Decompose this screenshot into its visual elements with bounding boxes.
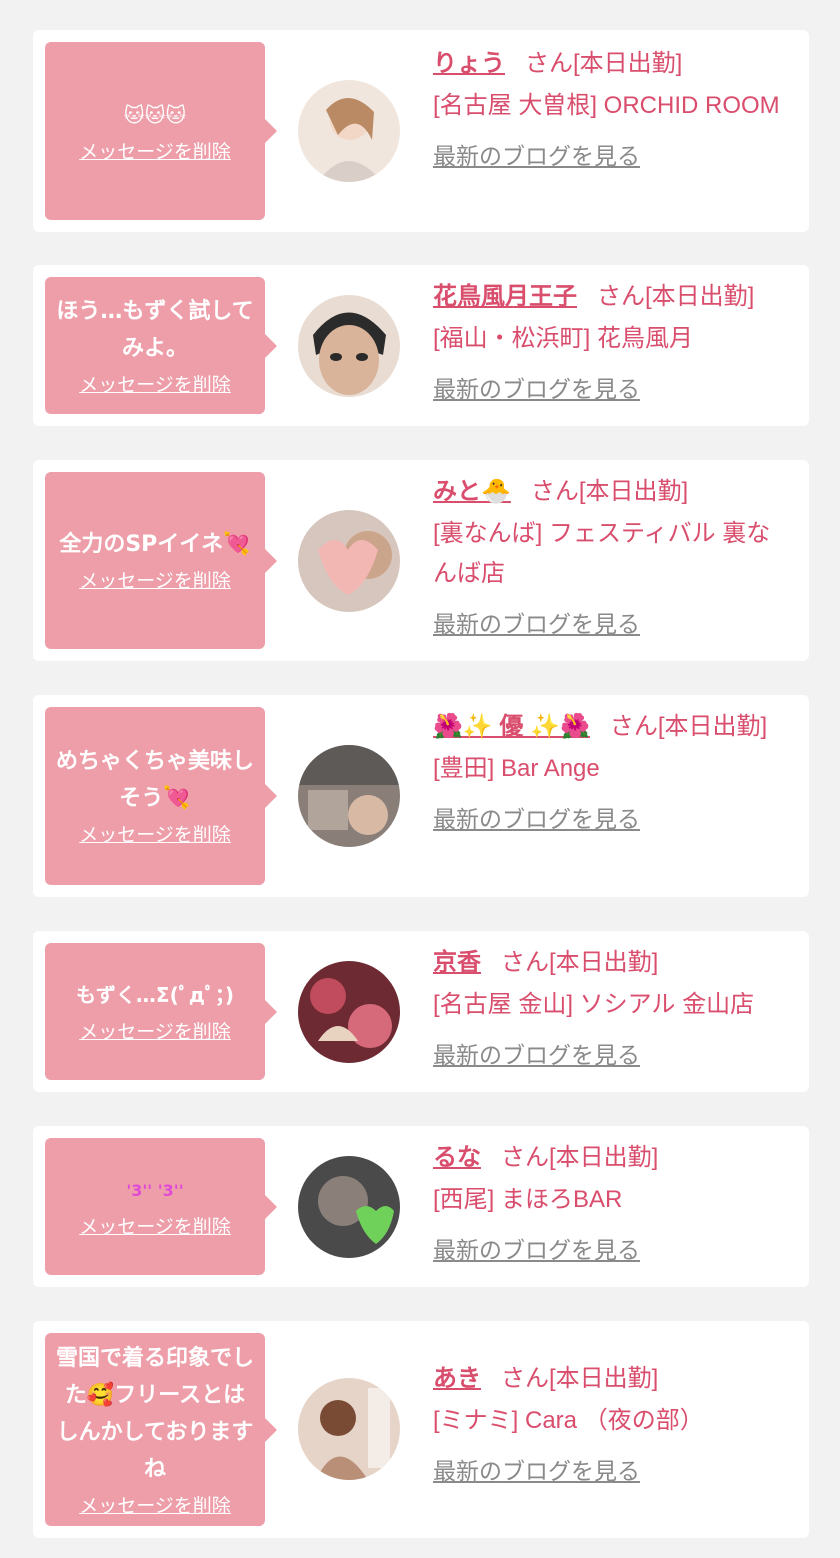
status-text: さん[本日出勤] [530,478,689,505]
list-item: ほう…もずく試してみよ。 メッセージを削除 花鳥風月王子 さん[本日出勤] [福山… [33,265,809,426]
avatar[interactable] [298,1378,400,1480]
message-bubble: 雪国で着る印象でした🥰フリースとはしんかしておりますね メッセージを削除 [45,1333,277,1526]
latest-blog-link[interactable]: 最新のブログを見る [433,1232,640,1268]
message-text: ほう…もずく試してみよ。 [56,298,254,361]
delete-message-link[interactable]: メッセージを削除 [79,1018,231,1046]
shop-text: [福山・松浜町] 花鳥風月 [433,325,694,352]
message-bubble: めちゃくちゃ美味しそう💘 メッセージを削除 [45,707,277,885]
avatar[interactable] [298,510,400,612]
cast-info: 🌺✨ 優 ✨🌺 さん[本日出勤] [豊田] Bar Ange 最新のブログを見る [433,707,793,837]
latest-blog-link[interactable]: 最新のブログを見る [433,138,640,174]
cast-name-link[interactable]: あき [433,1365,481,1392]
latest-blog-link[interactable]: 最新のブログを見る [433,371,640,407]
status-text: さん[本日出勤] [597,283,755,310]
message-text: '3'' '3'' [126,1181,184,1200]
avatar[interactable] [298,961,400,1063]
list-item: 雪国で着る印象でした🥰フリースとはしんかしておりますね メッセージを削除 あきさ… [33,1321,809,1538]
message-list: 🐱🐱🐱 メッセージを削除 りょう さん[本日出勤] [名古屋 大曽根] ORCHI… [0,0,840,1558]
status-text: さん[本日出勤] [501,949,659,976]
cast-info: りょう さん[本日出勤] [名古屋 大曽根] ORCHID ROOM 最新のブログ… [433,44,793,174]
latest-blog-link[interactable]: 最新のブログを見る [433,1453,640,1489]
message-text: めちゃくちゃ美味しそう💘 [55,749,254,811]
delete-message-link[interactable]: メッセージを削除 [79,567,231,595]
message-text: 雪国で着る印象でした🥰フリースとはしんかしておりますね [55,1345,254,1482]
shop-text: [裏なんば] フェスティバル 裏なんば店 [433,520,771,587]
latest-blog-link[interactable]: 最新のブログを見る [433,606,640,642]
cast-name-link[interactable]: りょう [433,50,505,77]
avatar[interactable] [298,80,400,182]
cast-info: 京香 さん[本日出勤] [名古屋 金山] ソシアル 金山店 最新のブログを見る [433,943,793,1073]
shop-text: [西尾] まほろBAR [433,1186,623,1213]
cast-name-link[interactable]: 花鳥風月王子 [433,283,577,310]
cast-name-link[interactable]: みと🐣 [433,478,511,505]
cast-info: あき さん[本日出勤] [ミナミ] Cara （夜の部） 最新のブログを見る [433,1359,793,1489]
shop-text: [ミナミ] Cara （夜の部） [433,1407,704,1434]
message-text: 全力のSPイイネ💘 [59,532,251,557]
latest-blog-link[interactable]: 最新のブログを見る [433,801,640,837]
message-text: 🐱🐱🐱 [123,102,187,127]
message-bubble: 全力のSPイイネ💘 メッセージを削除 [45,472,277,649]
status-text: さん[本日出勤] [525,50,683,77]
message-bubble: ほう…もずく試してみよ。 メッセージを削除 [45,277,277,414]
list-item: 🐱🐱🐱 メッセージを削除 りょう さん[本日出勤] [名古屋 大曽根] ORCHI… [33,30,809,232]
cast-name-link[interactable]: るな [433,1144,481,1171]
cast-name-link[interactable]: 京香 [433,949,481,976]
shop-text: [豊田] Bar Ange [433,755,600,782]
shop-text: [名古屋 金山] ソシアル 金山店 [433,991,755,1018]
avatar[interactable] [298,1156,400,1258]
avatar[interactable] [298,295,400,397]
status-text: さん[本日出勤] [501,1365,659,1392]
status-text: さん[本日出勤] [501,1144,659,1171]
message-bubble: もずく…Σ(ﾟдﾟ；) メッセージを削除 [45,943,277,1080]
cast-info: みと🐣 さん[本日出勤] [裏なんば] フェスティバル 裏なんば店 最新のブログを… [433,472,793,642]
delete-message-link[interactable]: メッセージを削除 [79,1213,231,1241]
latest-blog-link[interactable]: 最新のブログを見る [433,1037,640,1073]
delete-message-link[interactable]: メッセージを削除 [79,371,231,399]
message-bubble: '3'' '3'' メッセージを削除 [45,1138,277,1275]
delete-message-link[interactable]: メッセージを削除 [79,138,231,166]
cast-name-link[interactable]: 🌺✨ 優 ✨🌺 [433,713,590,740]
shop-text: [名古屋 大曽根] ORCHID ROOM [433,92,780,119]
delete-message-link[interactable]: メッセージを削除 [79,821,231,849]
list-item: '3'' '3'' メッセージを削除 るな さん[本日出勤] [西尾] まほろBA… [33,1126,809,1287]
cast-info: 花鳥風月王子 さん[本日出勤] [福山・松浜町] 花鳥風月 最新のブログを見る [433,277,793,407]
cast-info: るな さん[本日出勤] [西尾] まほろBAR 最新のブログを見る [433,1138,793,1268]
avatar[interactable] [298,745,400,847]
list-item: 全力のSPイイネ💘 メッセージを削除 みと🐣 さん[本日出勤] [裏なんば] フェ… [33,460,809,661]
status-text: さん[本日出勤] [609,713,768,740]
message-bubble: 🐱🐱🐱 メッセージを削除 [45,42,277,220]
delete-message-link[interactable]: メッセージを削除 [79,1492,231,1520]
message-text: もずく…Σ(ﾟдﾟ；) [75,983,235,1007]
list-item: もずく…Σ(ﾟдﾟ；) メッセージを削除 京香 さん[本日出勤] [名古屋 金山]… [33,931,809,1092]
list-item: めちゃくちゃ美味しそう💘 メッセージを削除 🌺✨ 優 ✨🌺 さん[本日出勤] [豊… [33,695,809,897]
